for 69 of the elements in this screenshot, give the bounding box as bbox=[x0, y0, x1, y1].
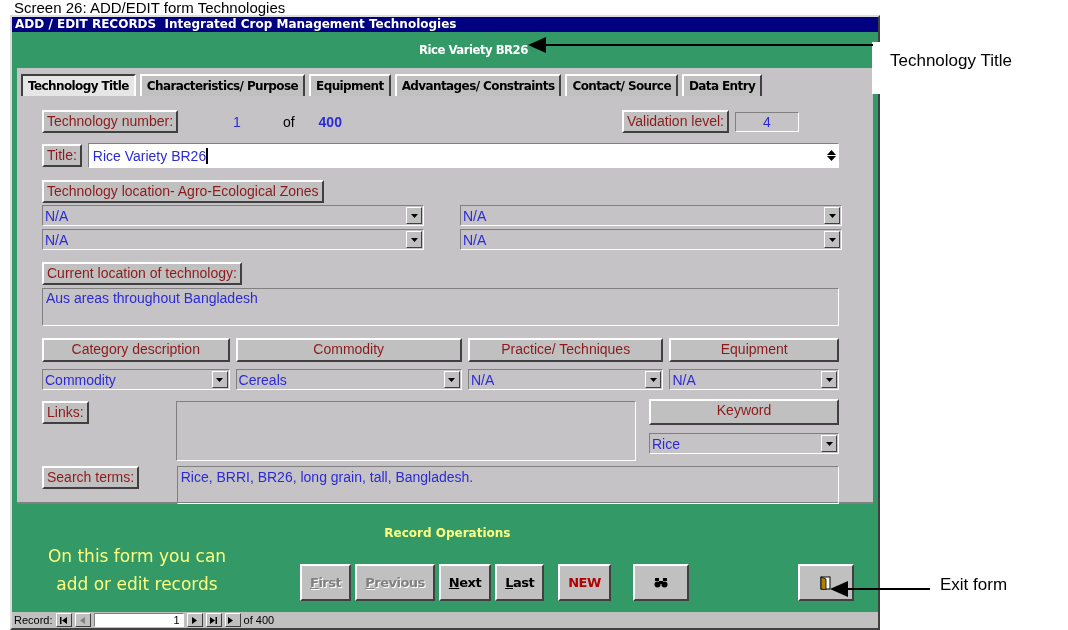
record-number: 1 bbox=[233, 113, 241, 130]
dropdown[interactable]: N/A bbox=[467, 369, 664, 390]
record-label: Record: bbox=[14, 614, 53, 626]
field-label: Title: bbox=[42, 144, 82, 167]
search-terms-field[interactable]: Rice, BRRI, BR26, long grain, tall, Bangladesh. bbox=[176, 466, 839, 504]
dropdown[interactable]: N/A bbox=[42, 205, 424, 226]
find-button[interactable] bbox=[632, 564, 689, 601]
new-record-button[interactable]: NEW bbox=[558, 564, 611, 601]
dropdown-arrow-icon bbox=[825, 441, 833, 446]
document-caption: Screen 26: ADD/EDIT form Technologies bbox=[13, 0, 287, 15]
tab[interactable]: Contact/ Source bbox=[565, 74, 678, 98]
field-label: Practice/ Techniques bbox=[467, 338, 664, 362]
field-label: Current location of technology: bbox=[42, 262, 242, 285]
of-label: of bbox=[282, 113, 295, 130]
record-nav-icon[interactable] bbox=[55, 613, 72, 627]
current-location-field[interactable]: Aus areas throughout Bangladesh bbox=[42, 288, 839, 326]
field-label: Validation level: bbox=[621, 110, 729, 133]
dropdown-arrow-icon bbox=[649, 377, 657, 382]
dropdown-arrow-icon bbox=[410, 237, 418, 242]
title-field[interactable]: Rice Variety BR26 bbox=[87, 143, 839, 168]
spin-down-icon[interactable] bbox=[827, 156, 836, 161]
field-label: Commodity bbox=[235, 338, 462, 362]
annotation-label: Technology Title bbox=[890, 51, 1012, 70]
dropdown[interactable]: Cereals bbox=[235, 369, 462, 390]
dropdown[interactable]: Rice bbox=[649, 433, 839, 454]
dropdown-arrow-icon bbox=[216, 377, 223, 382]
dropdown[interactable]: N/A bbox=[669, 369, 839, 390]
binoculars-icon bbox=[653, 577, 668, 588]
validation-level-value: 4 bbox=[735, 111, 799, 132]
field-label: Links: bbox=[42, 401, 89, 424]
dropdown[interactable]: N/A bbox=[460, 229, 842, 250]
dropdown-arrow-icon bbox=[825, 377, 833, 382]
field-label: Category description bbox=[42, 338, 230, 362]
tab[interactable]: Equipment bbox=[309, 74, 391, 98]
section-label: Record Operations bbox=[384, 526, 511, 542]
dropdown-arrow-icon bbox=[828, 213, 836, 218]
dropdown[interactable]: N/A bbox=[42, 229, 424, 250]
tab[interactable]: Advantages/ Constraints bbox=[394, 74, 562, 98]
tab[interactable]: Data Entry bbox=[681, 74, 763, 98]
record-nav-icon[interactable] bbox=[224, 613, 241, 627]
dropdown-arrow-icon bbox=[828, 237, 836, 242]
info-text: On this form you can bbox=[47, 545, 227, 568]
exit-button[interactable] bbox=[797, 564, 854, 601]
record-number-field[interactable]: 1 bbox=[93, 613, 184, 627]
tab[interactable]: Characteristics/ Purpose bbox=[139, 74, 306, 98]
field-label: Equipment bbox=[669, 338, 839, 362]
record-nav-icon[interactable] bbox=[205, 613, 222, 627]
links-field[interactable] bbox=[176, 401, 636, 461]
dropdown-arrow-icon bbox=[448, 377, 456, 382]
spin-up-icon[interactable] bbox=[827, 150, 836, 155]
record-nav-icon[interactable] bbox=[186, 613, 203, 627]
door-icon bbox=[819, 575, 832, 590]
technology-title-heading: Rice Variety BR26 bbox=[419, 42, 528, 57]
field-label: Technology number: bbox=[42, 110, 179, 133]
dropdown[interactable]: Commodity bbox=[42, 369, 230, 390]
info-text: add or edit records bbox=[56, 573, 218, 596]
field-label: Keyword bbox=[649, 399, 839, 425]
field-label: Search terms: bbox=[42, 466, 140, 489]
window-title: ADD / EDIT RECORDS Integrated Crop Management Technologies bbox=[12, 17, 878, 32]
record-nav-button[interactable]: Last bbox=[495, 564, 545, 601]
field-label: Technology location- Agro-Ecological Zones bbox=[42, 180, 324, 203]
record-total: 400 bbox=[318, 113, 342, 130]
record-count: of 400 bbox=[243, 614, 275, 626]
tab[interactable]: Technology Title bbox=[21, 74, 136, 98]
record-nav-icon[interactable] bbox=[74, 613, 91, 627]
dropdown-arrow-icon bbox=[410, 213, 418, 218]
record-nav-button[interactable]: Next bbox=[438, 564, 492, 601]
annotation-label: Exit form bbox=[940, 575, 1008, 594]
dropdown[interactable]: N/A bbox=[460, 205, 842, 226]
